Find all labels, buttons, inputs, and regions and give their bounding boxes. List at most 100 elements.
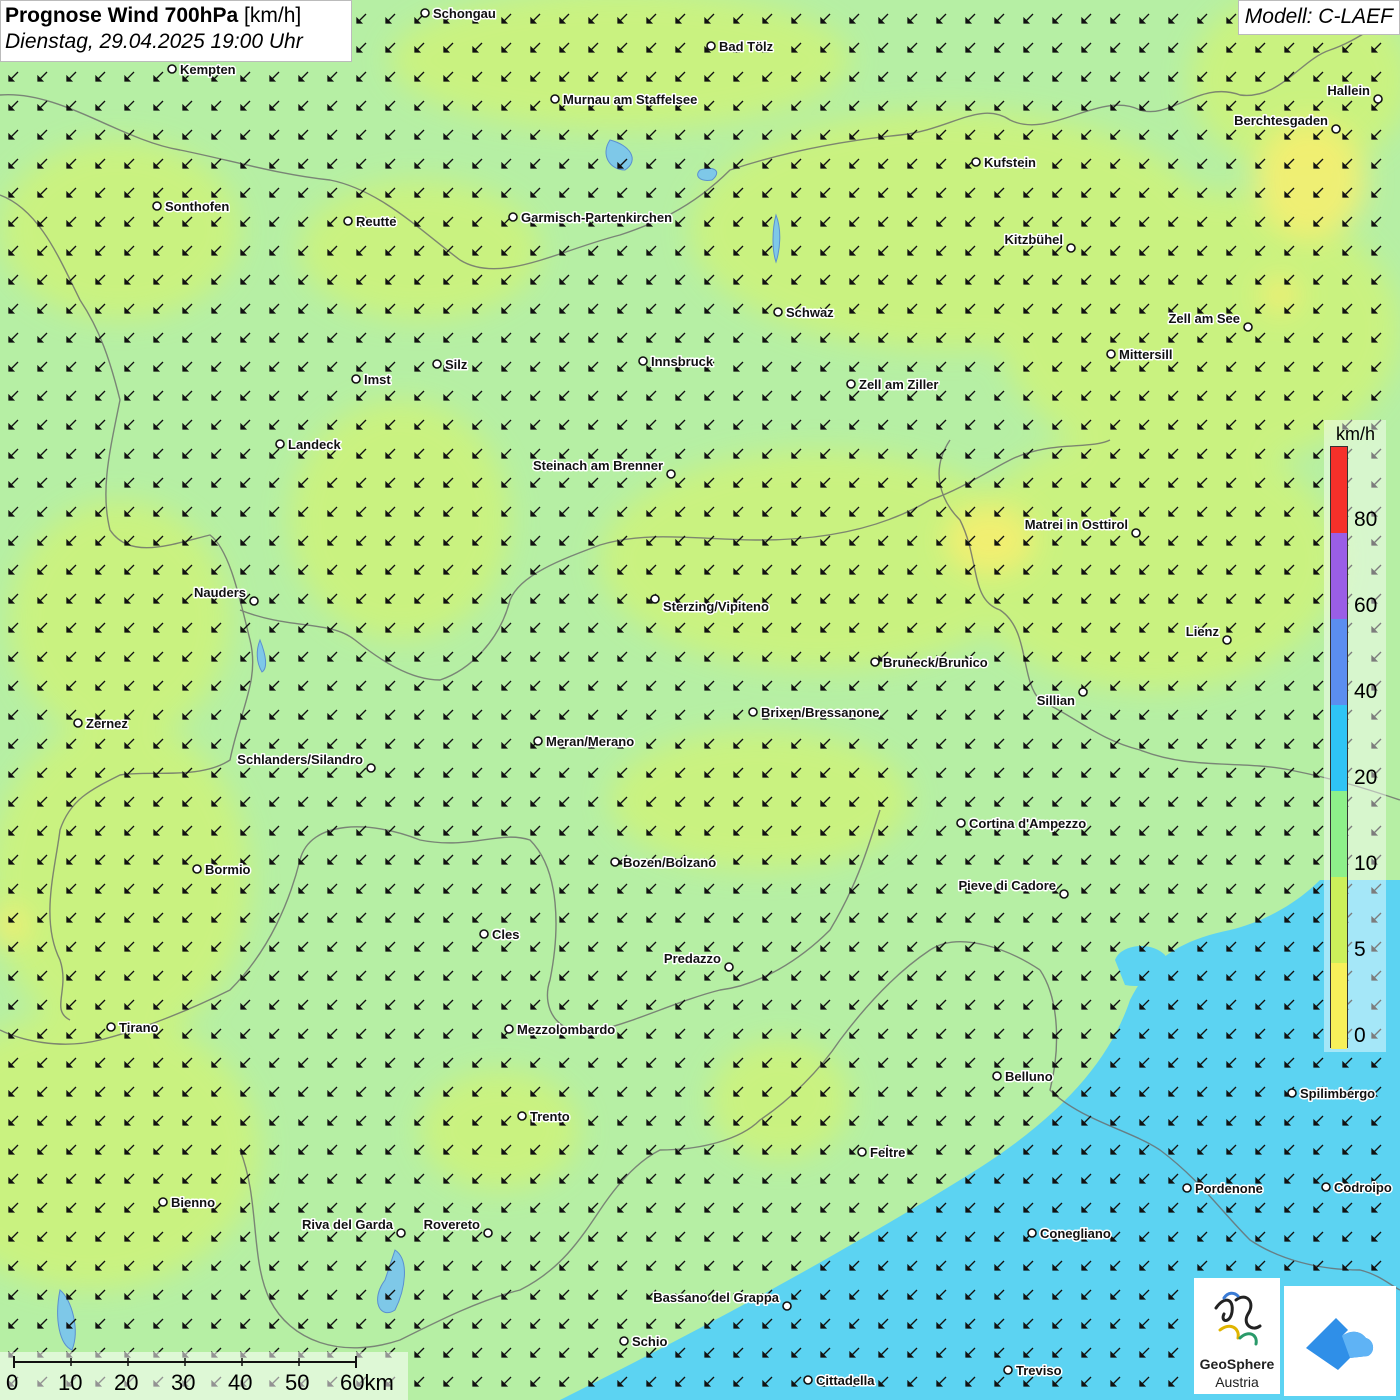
city-label: Bassano del Grappa	[653, 1290, 779, 1305]
legend-color-segment	[1331, 619, 1347, 705]
city-label: Garmisch-Partenkirchen	[521, 210, 672, 225]
city-marker[interactable]	[343, 216, 353, 226]
city-label: Silz	[445, 357, 468, 372]
legend-value-label: 40	[1354, 680, 1378, 703]
city-marker[interactable]	[748, 707, 758, 717]
map-title-box: Prognose Wind 700hPa [km/h] Dienstag, 29…	[0, 0, 352, 62]
forecast-datetime: Dienstag, 29.04.2025 19:00 Uhr	[5, 30, 303, 53]
legend-color-segment	[1331, 447, 1347, 533]
city-marker[interactable]	[396, 1228, 406, 1238]
city-marker[interactable]	[857, 1147, 867, 1157]
city-marker[interactable]	[106, 1022, 116, 1032]
city-marker[interactable]	[1182, 1183, 1192, 1193]
city-marker[interactable]	[1027, 1228, 1037, 1238]
legend-value-label: 80	[1354, 508, 1378, 531]
city-marker[interactable]	[870, 657, 880, 667]
city-marker[interactable]	[249, 596, 259, 606]
city-label: Bozen/Bolzano	[623, 855, 716, 870]
city-label: Treviso	[1016, 1363, 1062, 1378]
city-marker[interactable]	[1131, 528, 1141, 538]
legend-unit: km/h	[1336, 424, 1376, 444]
city-marker[interactable]	[956, 818, 966, 828]
map-title-bold: Prognose Wind 700hPa	[5, 4, 239, 27]
city-marker[interactable]	[533, 736, 543, 746]
city-marker[interactable]	[782, 1301, 792, 1311]
city-label: Bormio	[205, 862, 251, 877]
city-marker[interactable]	[666, 469, 676, 479]
city-marker[interactable]	[1106, 349, 1116, 359]
city-marker[interactable]	[351, 374, 361, 384]
map-title-unit: [km/h]	[244, 4, 302, 27]
city-marker[interactable]	[773, 307, 783, 317]
city-marker[interactable]	[1222, 635, 1232, 645]
city-marker[interactable]	[158, 1197, 168, 1207]
city-marker[interactable]	[1243, 322, 1253, 332]
city-marker[interactable]	[619, 1336, 629, 1346]
city-marker[interactable]	[73, 718, 83, 728]
city-marker[interactable]	[1003, 1365, 1013, 1375]
city-label: Schwaz	[786, 305, 834, 320]
city-label: Mezzolombardo	[517, 1022, 615, 1037]
wind-map[interactable]: SchongauBad TölzKemptenMurnau am Staffel…	[0, 0, 1400, 1400]
city-label: Zell am Ziller	[859, 377, 938, 392]
legend-color-segment	[1331, 705, 1347, 791]
city-label: Spilimbergo	[1300, 1086, 1375, 1101]
scale-bar-label: 30	[171, 1370, 196, 1395]
city-marker[interactable]	[724, 962, 734, 972]
city-marker[interactable]	[992, 1071, 1002, 1081]
city-label: Cittadella	[816, 1373, 875, 1388]
city-marker[interactable]	[1066, 243, 1076, 253]
city-marker[interactable]	[420, 8, 430, 18]
city-marker[interactable]	[650, 594, 660, 604]
city-marker[interactable]	[167, 64, 177, 74]
city-marker[interactable]	[504, 1024, 514, 1034]
city-marker[interactable]	[971, 157, 981, 167]
city-marker[interactable]	[1059, 889, 1069, 899]
city-label: Rovereto	[424, 1217, 480, 1232]
city-marker[interactable]	[1373, 94, 1383, 104]
city-marker[interactable]	[1331, 124, 1341, 134]
city-label: Bienno	[171, 1195, 215, 1210]
city-label: Brixen/Bressanone	[761, 705, 880, 720]
city-label: Sonthofen	[165, 199, 229, 214]
city-label: Kufstein	[984, 155, 1036, 170]
legend-color-segment	[1331, 791, 1347, 877]
legend-value-label: 0	[1354, 1024, 1366, 1047]
city-label: Kempten	[180, 62, 236, 77]
legend-color-bar	[1330, 446, 1348, 1049]
city-marker[interactable]	[508, 212, 518, 222]
city-marker[interactable]	[432, 359, 442, 369]
scale-bar-label: 20	[114, 1370, 139, 1395]
city-marker[interactable]	[1287, 1088, 1297, 1098]
city-label: Pieve di Cadore	[958, 878, 1056, 893]
city-marker[interactable]	[152, 201, 162, 211]
city-marker[interactable]	[706, 41, 716, 51]
city-marker[interactable]	[366, 763, 376, 773]
city-label: Trento	[530, 1109, 570, 1124]
geosphere-logo[interactable]: GeoSphere Austria	[1194, 1278, 1280, 1394]
city-marker[interactable]	[846, 379, 856, 389]
geosphere-logo-icon	[1214, 1291, 1262, 1346]
city-marker[interactable]	[610, 857, 620, 867]
scale-bar-label: 60km	[340, 1370, 394, 1395]
city-marker[interactable]	[1078, 687, 1088, 697]
city-marker[interactable]	[638, 356, 648, 366]
city-label: Cles	[492, 927, 519, 942]
city-marker[interactable]	[192, 864, 202, 874]
city-label: Bad Tölz	[719, 39, 774, 54]
model-label: Modell: C-LAEF	[1237, 0, 1400, 35]
city-marker[interactable]	[803, 1375, 813, 1385]
city-marker[interactable]	[550, 94, 560, 104]
city-marker[interactable]	[479, 929, 489, 939]
city-marker[interactable]	[1321, 1182, 1331, 1192]
city-label: Mittersill	[1119, 347, 1172, 362]
legend-value-label: 20	[1354, 766, 1378, 789]
city-label: Schlanders/Silandro	[237, 752, 363, 767]
city-label: Innsbruck	[651, 354, 714, 369]
map-title: Prognose Wind 700hPa [km/h]	[5, 4, 347, 28]
city-marker[interactable]	[517, 1111, 527, 1121]
weather-app-logo[interactable]	[1284, 1286, 1396, 1396]
city-marker[interactable]	[275, 439, 285, 449]
city-label: Lienz	[1186, 624, 1220, 639]
city-marker[interactable]	[483, 1228, 493, 1238]
